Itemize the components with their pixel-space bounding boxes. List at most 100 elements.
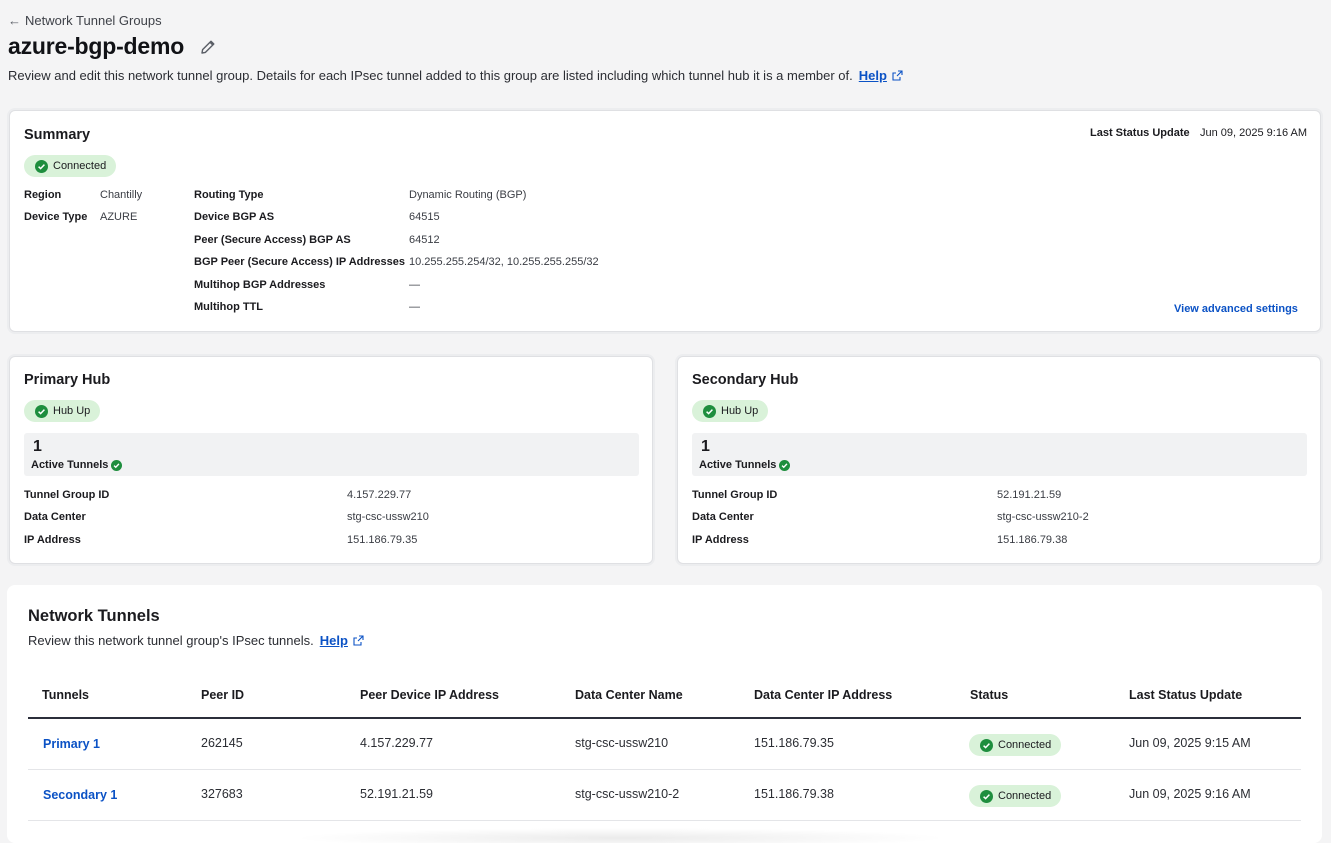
table-row: Primary 1 262145 4.157.229.77 stg-csc-us… [28,719,1301,770]
column-header-peer-device-ip[interactable]: Peer Device IP Address [360,688,499,702]
data-center-label: Data Center [24,511,86,523]
tunnels-help-link[interactable]: Help [320,633,348,648]
back-link[interactable]: ← Network Tunnel Groups [8,13,162,28]
ip-address-value: 151.186.79.35 [347,534,418,546]
ip-address-value: 151.186.79.38 [997,534,1068,546]
check-circle-icon [779,459,791,471]
last-update-cell: Jun 09, 2025 9:15 AM [1129,736,1251,750]
bgp-peer-ips-label: BGP Peer (Secure Access) IP Addresses [194,256,405,268]
secondary-hub-card: Secondary Hub Hub Up 1 Active Tunnels Tu… [677,356,1321,564]
peer-ip-cell: 4.157.229.77 [360,736,433,750]
network-tunnels-title: Network Tunnels [28,607,160,625]
active-tunnels-count: 1 [701,438,710,455]
tunnel-group-id-label: Tunnel Group ID [692,489,778,501]
scroll-shadow [290,828,950,843]
status-badge-label: Connected [998,739,1052,751]
summary-title: Summary [24,127,91,143]
active-tunnels-label: Active Tunnels [31,459,123,471]
multihop-ttl-label: Multihop TTL [194,301,264,313]
network-tunnels-description-text: Review this network tunnel group's IPsec… [28,633,314,648]
check-circle-icon [980,789,993,803]
region-label: Region [24,189,62,201]
secondary-hub-title: Secondary Hub [692,372,799,388]
active-tunnels-box: 1 Active Tunnels [692,433,1307,476]
hub-status-badge: Hub Up [24,400,101,422]
table-row: Secondary 1 327683 52.191.21.59 stg-csc-… [28,770,1301,821]
peer-bgp-as-value: 64512 [409,234,440,246]
primary-hub-card: Primary Hub Hub Up 1 Active Tunnels Tunn… [9,356,653,564]
device-type-value: AZURE [100,211,138,223]
check-circle-icon [35,159,48,173]
device-bgp-as-value: 64515 [409,211,440,223]
active-tunnels-text: Active Tunnels [699,459,777,471]
page-description-text: Review and edit this network tunnel grou… [8,68,853,83]
external-link-icon [353,635,364,646]
dc-name-cell: stg-csc-ussw210-2 [575,787,680,801]
page-title: azure-bgp-demo [8,33,185,59]
device-bgp-as-label: Device BGP AS [194,211,275,223]
network-tunnels-card: Network Tunnels Review this network tunn… [7,585,1322,843]
status-badge-label: Connected [53,160,107,172]
data-center-label: Data Center [692,511,754,523]
tunnel-group-id-value: 4.157.229.77 [347,489,412,501]
peer-id-cell: 262145 [201,736,243,750]
tunnel-group-id-value: 52.191.21.59 [997,489,1062,501]
data-center-value: stg-csc-ussw210-2 [997,511,1089,523]
tunnel-group-id-label: Tunnel Group ID [24,489,110,501]
check-circle-icon [980,738,993,752]
peer-ip-cell: 52.191.21.59 [360,787,433,801]
page-title-row: azure-bgp-demo [8,33,218,60]
dc-ip-cell: 151.186.79.35 [754,736,834,750]
routing-type-label: Routing Type [194,189,264,201]
network-tunnels-description: Review this network tunnel group's IPsec… [28,633,364,648]
page-description: Review and edit this network tunnel grou… [8,68,903,83]
tunnel-link[interactable]: Secondary 1 [43,788,117,802]
data-center-value: stg-csc-ussw210 [347,511,429,523]
back-link-label: Network Tunnel Groups [25,13,162,28]
ip-address-label: IP Address [692,534,749,546]
help-link[interactable]: Help [859,68,887,83]
peer-bgp-as-label: Peer (Secure Access) BGP AS [194,234,351,246]
multihop-addresses-value: — [409,279,420,291]
last-update-cell: Jun 09, 2025 9:16 AM [1129,787,1251,801]
column-header-status[interactable]: Status [970,688,1008,702]
check-circle-icon [35,404,48,418]
tunnel-link[interactable]: Primary 1 [43,737,100,751]
primary-hub-title: Primary Hub [24,372,111,388]
status-badge-label: Connected [998,790,1052,802]
column-header-peer-id[interactable]: Peer ID [201,688,244,702]
dc-ip-cell: 151.186.79.38 [754,787,834,801]
last-status-label: Last Status Update [1090,127,1190,139]
multihop-ttl-value: — [409,301,420,313]
active-tunnels-label: Active Tunnels [699,459,791,471]
arrow-left-icon: ← [8,13,21,28]
check-circle-icon [703,404,716,418]
status-badge: Connected [24,155,117,177]
device-type-label: Device Type [24,211,88,223]
pencil-icon[interactable] [198,37,218,57]
hub-status-label: Hub Up [721,405,759,417]
multihop-addresses-label: Multihop BGP Addresses [194,279,326,291]
active-tunnels-count: 1 [33,438,42,455]
status-badge: Connected [969,734,1062,756]
hub-status-label: Hub Up [53,405,91,417]
last-status-value: Jun 09, 2025 9:16 AM [1200,127,1308,139]
summary-card: Summary Last Status Update Jun 09, 2025 … [9,110,1321,332]
status-badge: Connected [969,785,1062,807]
column-header-data-center-name[interactable]: Data Center Name [575,688,683,702]
hub-status-badge: Hub Up [692,400,769,422]
check-circle-icon [111,459,123,471]
column-header-last-status-update[interactable]: Last Status Update [1129,688,1242,702]
region-value: Chantilly [100,189,143,201]
active-tunnels-text: Active Tunnels [31,459,109,471]
active-tunnels-box: 1 Active Tunnels [24,433,639,476]
external-link-icon [892,70,903,81]
ip-address-label: IP Address [24,534,81,546]
peer-id-cell: 327683 [201,787,243,801]
column-header-tunnels[interactable]: Tunnels [42,688,89,702]
bgp-peer-ips-value: 10.255.255.254/32, 10.255.255.255/32 [409,256,599,268]
view-advanced-settings-link[interactable]: View advanced settings [1174,303,1298,315]
routing-type-value: Dynamic Routing (BGP) [409,189,527,201]
dc-name-cell: stg-csc-ussw210 [575,736,669,750]
column-header-data-center-ip[interactable]: Data Center IP Address [754,688,892,702]
